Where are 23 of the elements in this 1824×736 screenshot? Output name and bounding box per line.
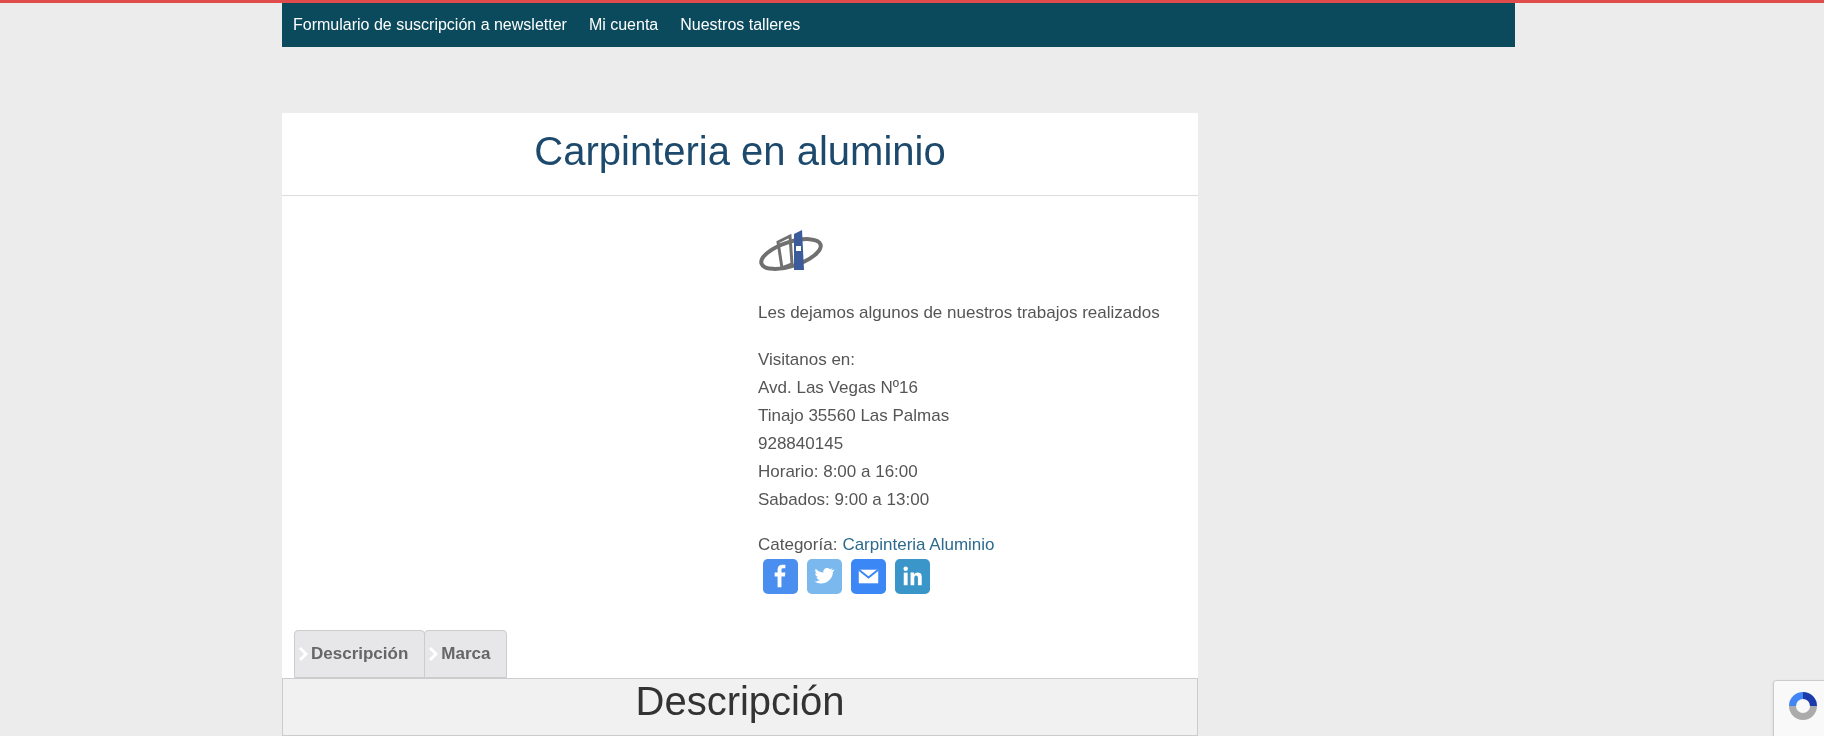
- email-share-button[interactable]: [851, 559, 886, 594]
- facebook-share-button[interactable]: [763, 559, 798, 594]
- address-line: Avd. Las Vegas Nº16: [758, 376, 918, 399]
- nav-link[interactable]: Nuestros talleres: [680, 13, 801, 37]
- chevron-icon: [298, 646, 308, 662]
- address-line: Sabados: 9:00 a 13:00: [758, 488, 930, 511]
- address-line: Horario: 8:00 a 16:00: [758, 460, 918, 483]
- bird-share-button[interactable]: [807, 559, 842, 594]
- chevron-icon: [428, 646, 439, 662]
- linkedin-share-button[interactable]: [895, 559, 930, 594]
- intro-text: Les dejamos algunos de nuestros trabajos realizados: [758, 302, 1161, 324]
- category-label: Categoría:: [758, 533, 838, 556]
- panel-heading: Descripción: [635, 679, 845, 725]
- tab[interactable]: Marca: [424, 630, 508, 678]
- tab[interactable]: Descripción: [294, 630, 426, 678]
- product-title: Carpinteria en aluminio: [282, 113, 1198, 196]
- recaptcha-icon: [1786, 689, 1820, 723]
- address-line: Visitanos en:: [758, 348, 856, 371]
- nav-link[interactable]: Mi cuenta: [588, 13, 659, 37]
- address-line: Tinajo 35560 Las Palmas: [758, 404, 950, 427]
- address-line: 928840145: [758, 432, 844, 455]
- category-link[interactable]: Carpinteria Aluminio: [842, 531, 995, 557]
- nav-link[interactable]: Formulario de suscripción a newsletter: [293, 13, 567, 37]
